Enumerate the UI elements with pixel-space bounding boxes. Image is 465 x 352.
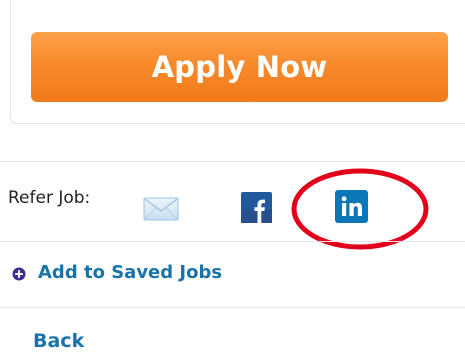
- facebook-icon[interactable]: [241, 192, 272, 223]
- apply-now-label: Apply Now: [151, 50, 328, 84]
- add-to-saved-jobs-link[interactable]: Add to Saved Jobs: [12, 262, 222, 283]
- add-to-saved-jobs-label: Add to Saved Jobs: [38, 262, 223, 283]
- apply-now-button[interactable]: Apply Now: [31, 32, 448, 102]
- mail-icon[interactable]: [143, 197, 179, 221]
- refer-job-label: Refer Job:: [8, 188, 91, 208]
- back-link[interactable]: Back: [33, 330, 84, 352]
- divider: [0, 241, 465, 242]
- linkedin-icon[interactable]: [335, 190, 368, 223]
- plus-icon: [12, 266, 26, 280]
- divider: [0, 307, 465, 308]
- divider: [0, 161, 465, 162]
